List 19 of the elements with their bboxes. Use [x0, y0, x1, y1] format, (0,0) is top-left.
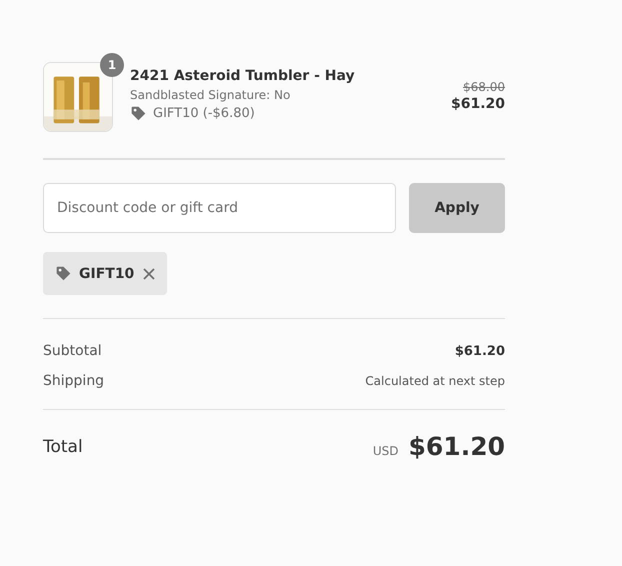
quantity-badge: 1 — [100, 53, 124, 77]
original-price: $68.00 — [463, 80, 505, 94]
summary-label: Subtotal — [43, 343, 102, 359]
product-title: 2421 Asteroid Tumbler - Hay — [130, 68, 356, 84]
discount-input[interactable]: Discount code or gift card — [43, 183, 396, 233]
tag-icon — [130, 105, 147, 122]
tag-icon — [55, 265, 72, 282]
summary-value: $61.20 — [454, 344, 505, 358]
summary-label: Shipping — [43, 373, 104, 389]
apply-button[interactable]: Apply — [409, 183, 505, 233]
total-amount: $61.20 — [408, 432, 505, 461]
product-variant: Sandblasted Signature: No — [130, 88, 292, 102]
discount-label: GIFT10 (-$6.80) — [153, 106, 255, 121]
discount-code: GIFT10 — [79, 266, 134, 282]
product-price: $61.20 — [450, 96, 505, 112]
currency-code: USD — [372, 444, 399, 458]
close-icon[interactable] — [141, 266, 158, 282]
total-label: Total — [43, 436, 83, 456]
summary-value: Calculated at next step — [365, 374, 505, 388]
